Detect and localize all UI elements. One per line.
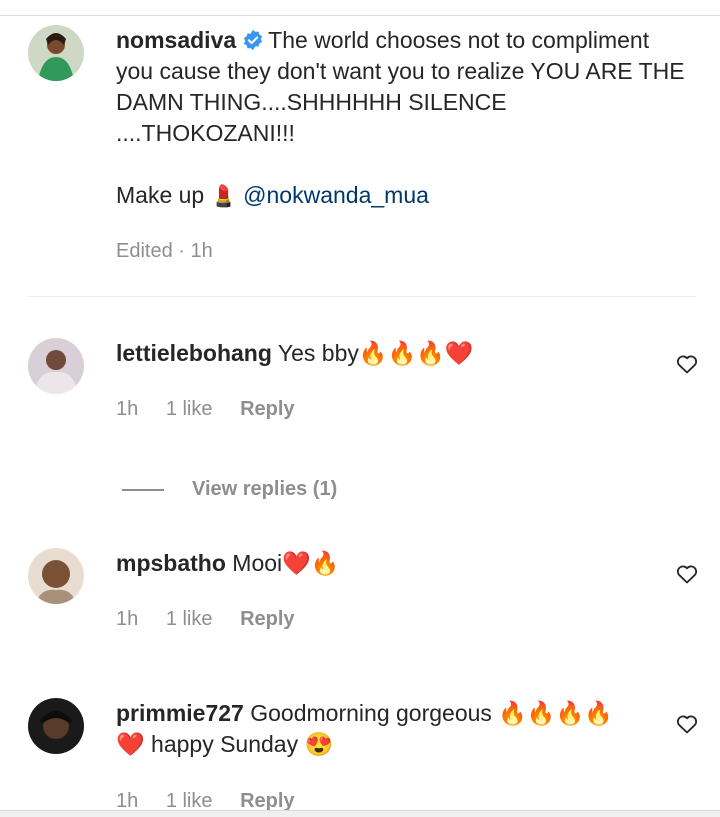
mention-link[interactable]: @nokwanda_mua [243, 182, 429, 208]
avatar[interactable] [28, 548, 84, 604]
like-heart-icon[interactable] [675, 352, 699, 376]
comment-text: Yes bby🔥🔥🔥❤️ [277, 340, 474, 366]
verified-badge-icon [244, 29, 263, 51]
makeup-line: Make up 💄 @nokwanda_mua [116, 180, 686, 212]
username[interactable]: nomsadiva [116, 27, 236, 53]
avatar[interactable] [28, 338, 84, 394]
comment-text-block: nomsadiva The world chooses not to compli… [116, 25, 686, 212]
username[interactable]: primmie727 [116, 700, 244, 726]
username[interactable]: lettielebohang [116, 340, 272, 366]
caption-divider [28, 296, 696, 297]
comment-meta: Edited · 1h [116, 240, 213, 262]
comment-actions: 1h 1 like Reply [116, 398, 317, 421]
comment-text-block: mpsbatho Mooi❤️🔥 [116, 548, 686, 579]
like-heart-icon[interactable] [675, 562, 699, 586]
view-replies-label: View replies (1) [192, 478, 338, 500]
comment-text-block: lettielebohang Yes bby🔥🔥🔥❤️ [116, 338, 686, 369]
comment-time: 1h [116, 608, 139, 630]
avatar[interactable] [28, 25, 84, 81]
makeup-label: Make up [116, 182, 205, 208]
username[interactable]: mpsbatho [116, 550, 226, 576]
lipstick-icon: 💄 [210, 185, 237, 208]
like-count[interactable]: 1 like [166, 790, 213, 812]
comment-actions: 1h 1 like Reply [116, 608, 317, 631]
comment-text: Mooi❤️🔥 [232, 550, 340, 576]
like-count[interactable]: 1 like [166, 398, 213, 420]
reply-button[interactable]: Reply [240, 398, 294, 420]
avatar[interactable] [28, 698, 84, 754]
like-heart-icon[interactable] [675, 712, 699, 736]
replies-dash [122, 488, 164, 491]
like-count[interactable]: 1 like [166, 608, 213, 630]
top-edge [0, 0, 720, 16]
comment-time: 1h [116, 790, 139, 812]
comment-text-block: primmie727 Goodmorning gorgeous 🔥🔥🔥🔥 ❤️ … [116, 698, 646, 760]
view-replies-button[interactable]: View replies (1) [122, 478, 337, 501]
reply-button[interactable]: Reply [240, 790, 294, 812]
comment-time: 1h [116, 398, 139, 420]
reply-button[interactable]: Reply [240, 608, 294, 630]
